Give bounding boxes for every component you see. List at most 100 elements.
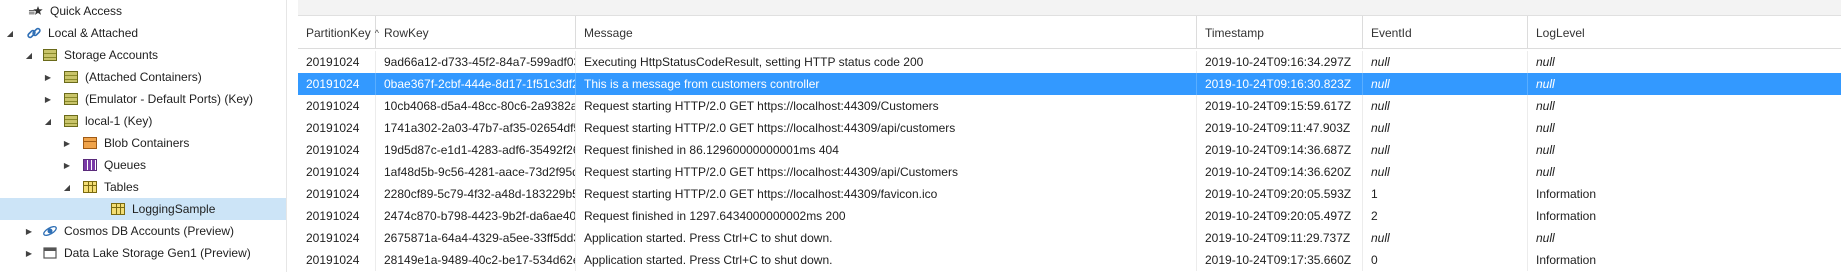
cell-partition-key[interactable]: 20191024 [298,117,376,139]
table-row[interactable]: 2019102428149e1a-9489-40c2-be17-534d62e7… [298,249,1841,271]
cell-row-key[interactable]: 0bae367f-2cbf-444e-8d17-1f51c3df2aff [376,73,576,95]
cell-row-key[interactable]: 9ad66a12-d733-45f2-84a7-599adf03d425 [376,51,576,73]
cell-log-level[interactable]: null [1528,51,1841,73]
tree-item-local-attached[interactable]: ◢ Local & Attached [0,22,286,44]
tree-item-data-lake[interactable]: ▶ Data Lake Storage Gen1 (Preview) [0,242,286,264]
tree-item-storage-accounts[interactable]: ◢ Storage Accounts [0,44,286,66]
cell-log-level[interactable]: null [1528,227,1841,249]
tree-item-queues[interactable]: ▶ Queues [0,154,286,176]
tree-item-label: Tables [104,180,139,194]
cell-row-key[interactable]: 28149e1a-9489-40c2-be17-534d62e7c0e2 [376,249,576,271]
cell-log-level[interactable]: null [1528,73,1841,95]
cell-timestamp[interactable]: 2019-10-24T09:17:35.660Z [1197,249,1363,271]
collapsed-arrow-icon[interactable]: ▶ [24,220,34,242]
tree-item-blob-containers[interactable]: ▶ Blob Containers [0,132,286,154]
cell-timestamp[interactable]: 2019-10-24T09:20:05.497Z [1197,205,1363,227]
expanded-arrow-icon[interactable]: ◢ [5,22,15,44]
cell-event-id[interactable]: null [1363,227,1528,249]
table-row[interactable]: 201910249ad66a12-d733-45f2-84a7-599adf03… [298,51,1841,73]
cell-event-id[interactable]: 0 [1363,249,1528,271]
table-row[interactable]: 201910241741a302-2a03-47b7-af35-02654df5… [298,117,1841,139]
collapsed-arrow-icon[interactable]: ▶ [43,88,53,110]
cell-message[interactable]: Application started. Press Ctrl+C to shu… [576,249,1197,271]
column-header-rowkey[interactable]: RowKey [376,16,576,49]
collapsed-arrow-icon[interactable]: ▶ [24,242,34,264]
column-header-message[interactable]: Message [576,16,1197,49]
cell-log-level[interactable]: null [1528,161,1841,183]
cell-row-key[interactable]: 2280cf89-5c79-4f32-a48d-183229b573eb [376,183,576,205]
cell-message[interactable]: Request finished in 86.12960000000001ms … [576,139,1197,161]
cell-timestamp[interactable]: 2019-10-24T09:14:36.620Z [1197,161,1363,183]
cell-log-level[interactable]: null [1528,95,1841,117]
cell-partition-key[interactable]: 20191024 [298,161,376,183]
cell-message[interactable]: Request starting HTTP/2.0 GET https://lo… [576,161,1197,183]
tree-item-emulator[interactable]: ▶ (Emulator - Default Ports) (Key) [0,88,286,110]
cell-message[interactable]: Executing HttpStatusCodeResult, setting … [576,51,1197,73]
cell-message[interactable]: Request starting HTTP/2.0 GET https://lo… [576,117,1197,139]
column-header-eventid[interactable]: EventId [1363,16,1528,49]
cell-partition-key[interactable]: 20191024 [298,139,376,161]
cell-partition-key[interactable]: 20191024 [298,205,376,227]
table-row[interactable]: 201910242280cf89-5c79-4f32-a48d-183229b5… [298,183,1841,205]
expanded-arrow-icon[interactable]: ◢ [24,44,34,66]
tree-item-quick-access[interactable]: ≡ Quick Access [0,0,286,22]
cell-event-id[interactable]: null [1363,73,1528,95]
cell-event-id[interactable]: null [1363,139,1528,161]
cell-timestamp[interactable]: 2019-10-24T09:16:30.823Z [1197,73,1363,95]
collapsed-arrow-icon[interactable]: ▶ [62,154,72,176]
table-row[interactable]: 201910242675871a-64a4-4329-a5ee-33ff5dd3… [298,227,1841,249]
cell-row-key[interactable]: 10cb4068-d5a4-48cc-80c6-2a9382ade963 [376,95,576,117]
column-header-timestamp[interactable]: Timestamp [1197,16,1363,49]
table-row[interactable]: 2019102419d5d87c-e1d1-4283-adf6-35492f26… [298,139,1841,161]
cell-message[interactable]: This is a message from customers control… [576,73,1197,95]
cell-message[interactable]: Request starting HTTP/2.0 GET https://lo… [576,95,1197,117]
column-header-loglevel[interactable]: LogLevel [1528,16,1841,49]
cell-event-id[interactable]: null [1363,117,1528,139]
cell-partition-key[interactable]: 20191024 [298,51,376,73]
cell-row-key[interactable]: 1741a302-2a03-47b7-af35-02654df5162f [376,117,576,139]
cell-timestamp[interactable]: 2019-10-24T09:15:59.617Z [1197,95,1363,117]
cell-message[interactable]: Request starting HTTP/2.0 GET https://lo… [576,183,1197,205]
collapsed-arrow-icon[interactable]: ▶ [62,132,72,154]
cell-timestamp[interactable]: 2019-10-24T09:20:05.593Z [1197,183,1363,205]
expanded-arrow-icon[interactable]: ◢ [43,110,53,132]
tree-item-attached-containers[interactable]: ▶ (Attached Containers) [0,66,286,88]
cell-partition-key[interactable]: 20191024 [298,249,376,271]
cell-log-level[interactable]: null [1528,139,1841,161]
cell-log-level[interactable]: Information [1528,183,1841,205]
tree-item-cosmos-db[interactable]: ▶ Cosmos DB Accounts (Preview) [0,220,286,242]
cell-log-level[interactable]: null [1528,117,1841,139]
tree-item-loggingsample[interactable]: LoggingSample [0,198,286,220]
cell-partition-key[interactable]: 20191024 [298,183,376,205]
cell-partition-key[interactable]: 20191024 [298,95,376,117]
cell-event-id[interactable]: 1 [1363,183,1528,205]
cell-partition-key[interactable]: 20191024 [298,73,376,95]
table-row[interactable]: 201910241af48d5b-9c56-4281-aace-73d2f95d… [298,161,1841,183]
table-row[interactable]: 201910242474c870-b798-4423-9b2f-da6ae401… [298,205,1841,227]
cell-event-id[interactable]: null [1363,161,1528,183]
cell-partition-key[interactable]: 20191024 [298,227,376,249]
cell-message[interactable]: Application started. Press Ctrl+C to shu… [576,227,1197,249]
cell-event-id[interactable]: 2 [1363,205,1528,227]
tree-item-local-1[interactable]: ◢ local-1 (Key) [0,110,286,132]
cell-message[interactable]: Request finished in 1297.6434000000002ms… [576,205,1197,227]
cell-row-key[interactable]: 19d5d87c-e1d1-4283-adf6-35492f260cd5 [376,139,576,161]
table-row[interactable]: 2019102410cb4068-d5a4-48cc-80c6-2a9382ad… [298,95,1841,117]
cell-row-key[interactable]: 1af48d5b-9c56-4281-aace-73d2f95de640 [376,161,576,183]
cell-timestamp[interactable]: 2019-10-24T09:11:47.903Z [1197,117,1363,139]
expanded-arrow-icon[interactable]: ◢ [62,176,72,198]
cell-event-id[interactable]: null [1363,51,1528,73]
cell-log-level[interactable]: Information [1528,205,1841,227]
cell-log-level[interactable]: Information [1528,249,1841,271]
tree-item-tables[interactable]: ◢ Tables [0,176,286,198]
cell-timestamp[interactable]: 2019-10-24T09:11:29.737Z [1197,227,1363,249]
cell-row-key[interactable]: 2675871a-64a4-4329-a5ee-33ff5dd30a48 [376,227,576,249]
cell-timestamp[interactable]: 2019-10-24T09:16:34.297Z [1197,51,1363,73]
column-header-partitionkey[interactable]: PartitionKey ^ [298,16,379,49]
table-row[interactable]: 20191024 0bae367f-2cbf-444e-8d17-1f51c3df… [298,73,1841,95]
tree-item-label: (Attached Containers) [85,70,202,84]
cell-event-id[interactable]: null [1363,95,1528,117]
cell-row-key[interactable]: 2474c870-b798-4423-9b2f-da6ae40126dc [376,205,576,227]
cell-timestamp[interactable]: 2019-10-24T09:14:36.687Z [1197,139,1363,161]
collapsed-arrow-icon[interactable]: ▶ [43,66,53,88]
